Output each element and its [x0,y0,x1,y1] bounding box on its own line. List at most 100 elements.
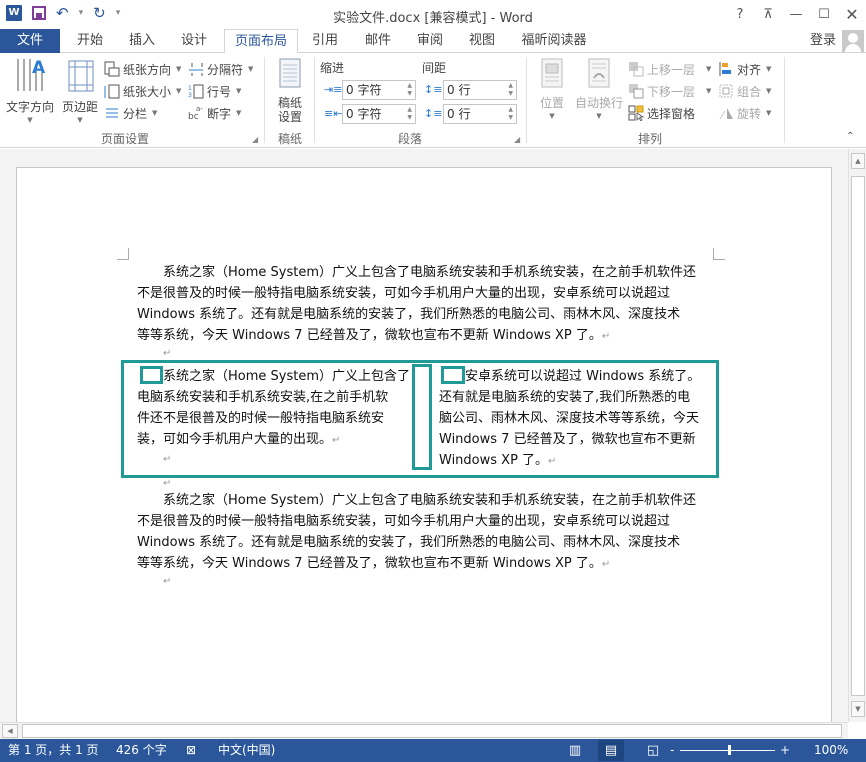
chevron-down-icon: ▼ [706,65,712,73]
horizontal-scrollbar[interactable]: ◀ [0,722,848,739]
svg-text:bc: bc [188,112,199,121]
minimize-button[interactable]: — [782,0,810,29]
vertical-scrollbar[interactable]: ▲ ▼ [848,149,866,722]
ribbon-display-options-button[interactable]: ⊼ [754,0,782,29]
spinner-arrows[interactable]: ▲ ▼ [508,82,513,98]
tab-view[interactable]: 视图 [464,29,500,53]
size-button[interactable]: 纸张大小 ▼ [104,81,181,101]
zoom-slider-thumb[interactable] [728,745,731,755]
orientation-label: 纸张方向 [123,62,172,77]
position-button[interactable]: 位置 ▼ [534,57,570,120]
text-direction-button[interactable]: A 文字方向 ▼ [4,57,56,124]
paragraph-mark-icon: ↵ [601,559,611,570]
breaks-button[interactable]: 分隔符 ▼ [188,59,253,79]
line-numbers-label: 行号 [207,84,232,99]
hyphenation-button[interactable]: bc a- 断字 ▼ [188,103,241,123]
close-button[interactable]: ✕ [838,0,866,29]
chevron-down-icon: ▼ [596,112,602,120]
manuscript-paper-icon [279,58,301,88]
paragraph-launcher-icon[interactable]: ◢ [514,135,520,144]
scroll-thumb[interactable] [851,176,865,696]
scroll-thumb[interactable] [22,724,842,738]
read-mode-icon[interactable]: ▥ [562,740,588,761]
help-button[interactable]: ? [726,0,754,29]
margins-button[interactable]: 页边距 ▼ [60,57,100,124]
tab-references[interactable]: 引用 [307,29,343,53]
rotate-icon [719,108,733,120]
tab-design[interactable]: 设计 [176,29,212,53]
indent-left-input[interactable]: 0 字符 ▲ ▼ [342,80,416,100]
columns-button[interactable]: 分栏 ▼ [104,103,157,123]
page-setup-launcher-icon[interactable]: ◢ [252,135,258,144]
text-direction-label: 文字方向 [5,100,54,114]
manuscript-settings-button[interactable]: 稿纸 设置 [270,57,310,124]
group-separator [264,57,265,143]
group-objects-icon [719,84,733,98]
zoom-out-button[interactable]: - [670,739,674,761]
group-separator [314,57,315,143]
bring-forward-button[interactable]: 上移一层 ▼ [628,59,711,79]
page-count[interactable]: 第 1 页，共 1 页 [8,739,99,761]
tab-insert[interactable]: 插入 [124,29,160,53]
tab-foxit-reader[interactable]: 福昕阅读器 [518,29,590,53]
proofing-icon[interactable]: ⊠ [186,739,196,761]
scroll-down-icon[interactable]: ▼ [851,701,865,717]
send-backward-button[interactable]: 下移一层 ▼ [628,81,711,101]
indent-right-input[interactable]: 0 字符 ▲ ▼ [342,104,416,124]
zoom-level[interactable]: 100% [814,739,848,761]
text-line: Windows 系统了。还有就是电脑系统的安装了，我们所熟悉的电脑公司、雨林木风… [137,307,681,322]
spinner-arrows[interactable]: ▲ ▼ [407,82,412,98]
customize-qat-icon[interactable]: ▾ [116,8,121,18]
avatar[interactable] [842,30,864,52]
orientation-button[interactable]: 纸张方向 ▼ [104,59,181,79]
tab-home[interactable]: 开始 [72,29,108,53]
save-icon[interactable] [32,6,46,20]
group-label-arrange: 排列 [637,132,662,146]
tab-mailings[interactable]: 邮件 [360,29,396,53]
scroll-left-icon[interactable]: ◀ [2,724,18,738]
spacing-after-icon: ↕≡ [424,107,443,120]
maximize-button[interactable]: ☐ [810,0,838,29]
tab-file[interactable]: 文件 [0,29,60,53]
wrap-text-button[interactable]: 自动换行 ▼ [574,57,624,120]
collapse-ribbon-icon[interactable]: ⌃ [846,131,854,142]
group-label-manuscript: 稿纸 [277,132,302,146]
window-controls: ? ⊼ — ☐ ✕ [726,0,866,29]
tab-page-layout[interactable]: 页面布局 [224,29,298,54]
paragraph-1[interactable]: 系统之家（Home System）广义上包含了电脑系统安装和手机系统安装，在之前… [137,262,713,347]
manuscript-settings-label-2: 设置 [277,110,302,124]
group-button[interactable]: 组合 ▼ [718,81,771,101]
redo-icon[interactable]: ↻ [93,5,106,21]
undo-dropdown-icon[interactable]: ▾ [79,8,84,18]
indent-right-value: 0 字符 [346,107,382,121]
spinner-arrows[interactable]: ▲ ▼ [508,106,513,122]
spacing-after-input[interactable]: 0 行 ▲ ▼ [443,104,517,124]
language[interactable]: 中文(中国) [218,739,275,761]
zoom-in-button[interactable]: + [780,739,790,761]
word-icon[interactable]: W [6,5,22,21]
word-count[interactable]: 426 个字 [116,739,167,761]
print-layout-icon[interactable]: ▤ [598,740,624,761]
sign-in-link[interactable]: 登录 [810,29,836,52]
group-separator [784,57,785,143]
scroll-up-icon[interactable]: ▲ [851,153,865,169]
text-line: 系统之家（Home System）广义上包含了电脑系统安装和手机系统安装，在之前… [163,493,697,508]
spacing-before-input[interactable]: 0 行 ▲ ▼ [443,80,517,100]
quick-access-toolbar: W ↶ ▾ ↻ ▾ [6,5,120,21]
web-layout-icon[interactable]: ◱ [640,740,666,761]
align-button[interactable]: 对齐 ▼ [718,59,771,79]
tab-review[interactable]: 审阅 [412,29,448,53]
chevron-down-icon: ▼ [176,65,182,73]
paragraph-3[interactable]: 系统之家（Home System）广义上包含了电脑系统安装和手机系统安装，在之前… [137,490,713,575]
text-line: 不是很普及的时候一般特指电脑系统安装，可如今手机用户大量的出现，安卓系统可以说超… [137,514,671,529]
rotate-button[interactable]: 旋转 ▼ [718,103,771,123]
selection-pane-button[interactable]: 选择窗格 [628,103,695,123]
line-numbers-button[interactable]: 13 行号 ▼ [188,81,241,101]
align-label: 对齐 [737,62,762,77]
ribbon-tabs: 文件 开始 插入 设计 页面布局 引用 邮件 审阅 视图 福昕阅读器 登录 [0,29,866,54]
chevron-down-icon: ▼ [766,65,772,73]
undo-icon[interactable]: ↶ [56,5,69,21]
chevron-down-icon: ▼ [766,109,772,117]
document-canvas: 系统之家（Home System）广义上包含了电脑系统安装和手机系统安装，在之前… [0,149,848,722]
spinner-arrows[interactable]: ▲ ▼ [407,106,412,122]
